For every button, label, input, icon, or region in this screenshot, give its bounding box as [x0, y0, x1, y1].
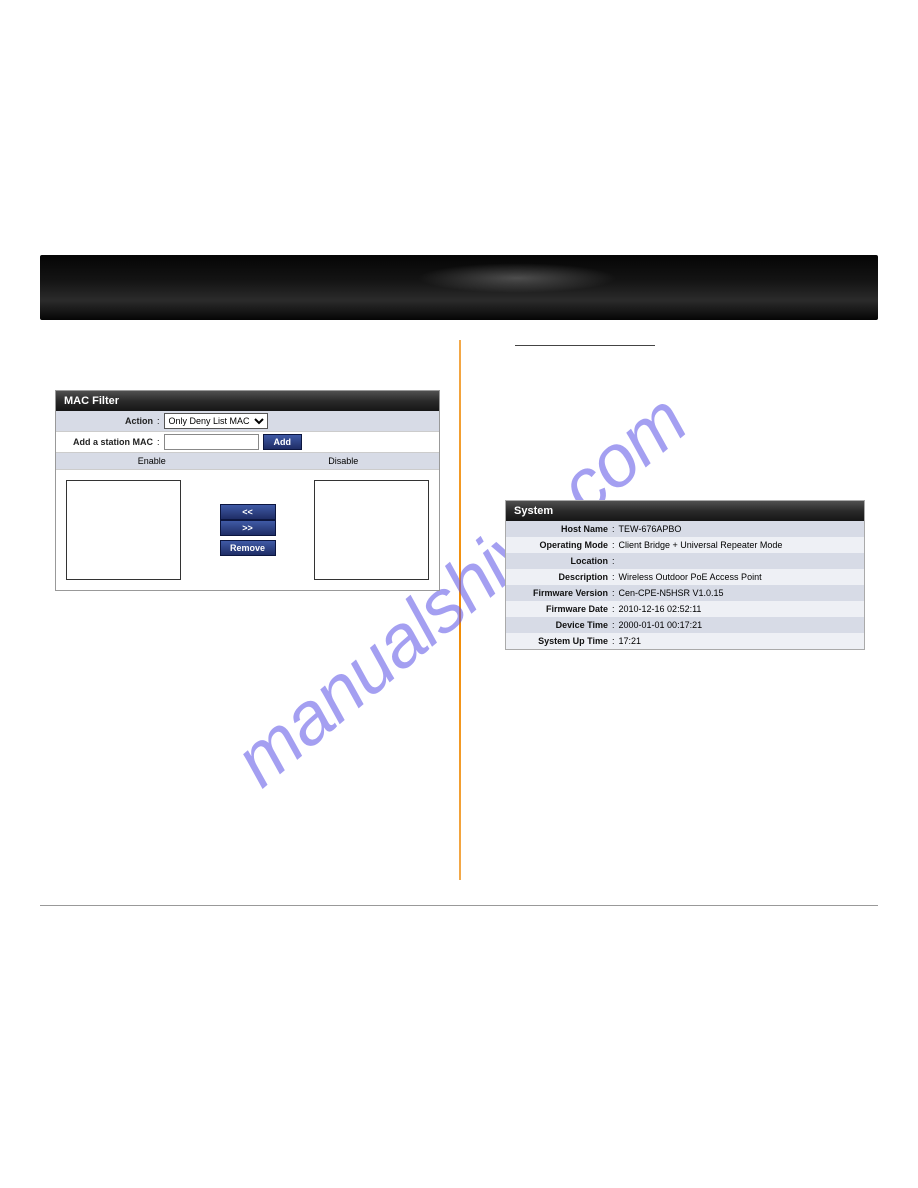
- action-label: Action: [62, 416, 157, 426]
- system-row-label: Description: [512, 572, 612, 582]
- system-row-label: Host Name: [512, 524, 612, 534]
- list-row: << >> Remove: [56, 470, 439, 590]
- col-enable: Enable: [56, 453, 248, 469]
- enable-list[interactable]: [66, 480, 181, 580]
- column-divider: [459, 340, 461, 880]
- system-panel: System Host Name:TEW-676APBOOperating Mo…: [505, 500, 865, 650]
- add-button[interactable]: Add: [263, 434, 303, 450]
- list-headers: Enable Disable: [56, 453, 439, 470]
- system-row-value: Wireless Outdoor PoE Access Point: [619, 572, 762, 582]
- system-row: Firmware Date:2010-12-16 02:52:11: [506, 601, 864, 617]
- section-underline: [515, 345, 655, 346]
- header-banner: [40, 255, 878, 320]
- system-row-value: TEW-676APBO: [619, 524, 682, 534]
- action-row: Action : Only Deny List MAC: [56, 411, 439, 432]
- system-row-value: Client Bridge + Universal Repeater Mode: [619, 540, 783, 550]
- system-row-label: Firmware Date: [512, 604, 612, 614]
- move-left-button[interactable]: <<: [220, 504, 276, 520]
- add-mac-row: Add a station MAC : Add: [56, 432, 439, 453]
- system-row-label: Device Time: [512, 620, 612, 630]
- disable-list[interactable]: [314, 480, 429, 580]
- system-row: Location:: [506, 553, 864, 569]
- system-row-value: Cen-CPE-N5HSR V1.0.15: [619, 588, 724, 598]
- system-row: Firmware Version:Cen-CPE-N5HSR V1.0.15: [506, 585, 864, 601]
- mac-filter-title: MAC Filter: [56, 391, 439, 411]
- system-title: System: [506, 501, 864, 521]
- system-row-label: Operating Mode: [512, 540, 612, 550]
- system-row: System Up Time:17:21: [506, 633, 864, 649]
- system-row: Device Time:2000-01-01 00:17:21: [506, 617, 864, 633]
- system-row-label: Firmware Version: [512, 588, 612, 598]
- system-row-value: 17:21: [619, 636, 642, 646]
- page-divider: [40, 905, 878, 906]
- move-buttons: << >> Remove: [181, 504, 314, 556]
- mac-filter-panel: MAC Filter Action : Only Deny List MAC A…: [55, 390, 440, 591]
- remove-button[interactable]: Remove: [220, 540, 276, 556]
- move-right-button[interactable]: >>: [220, 520, 276, 536]
- system-row-label: System Up Time: [512, 636, 612, 646]
- add-mac-label: Add a station MAC: [62, 437, 157, 447]
- system-row: Host Name:TEW-676APBO: [506, 521, 864, 537]
- system-row: Operating Mode:Client Bridge + Universal…: [506, 537, 864, 553]
- system-row-value: 2000-01-01 00:17:21: [619, 620, 703, 630]
- system-row-value: 2010-12-16 02:52:11: [619, 604, 702, 614]
- system-row: Description:Wireless Outdoor PoE Access …: [506, 569, 864, 585]
- mac-input[interactable]: [164, 434, 259, 450]
- col-disable: Disable: [248, 453, 440, 469]
- system-row-label: Location: [512, 556, 612, 566]
- action-select[interactable]: Only Deny List MAC: [164, 413, 268, 429]
